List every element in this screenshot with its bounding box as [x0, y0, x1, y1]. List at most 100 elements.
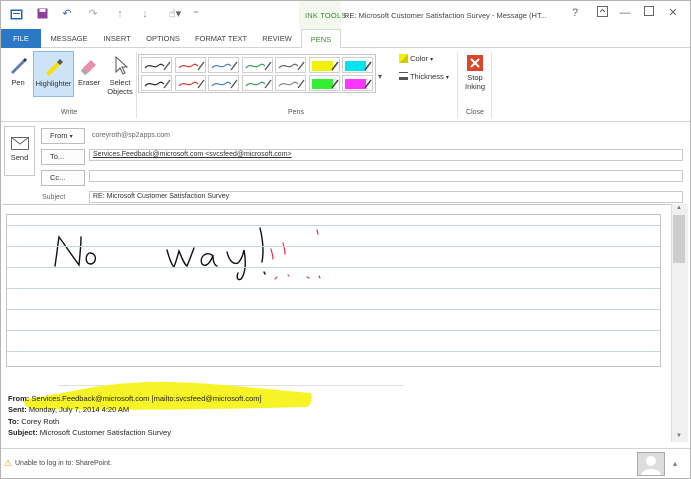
warning-icon: ⚠	[4, 458, 13, 468]
quoted-to-value: Corey Roth	[21, 417, 60, 426]
to-recipient[interactable]: Services.Feedback@microsoft.com <svcsfee…	[93, 151, 292, 158]
maximize-icon[interactable]	[641, 6, 657, 20]
to-button[interactable]: To...	[41, 149, 85, 165]
down-arrow-icon[interactable]: ↓	[138, 8, 152, 20]
gallery-more-icon[interactable]: ▾	[378, 72, 382, 81]
ribbon: Pen Highlighter Eraser Select Objects Wr…	[1, 48, 690, 122]
ink-stroke	[270, 248, 274, 260]
ink-stroke	[282, 242, 286, 255]
select-objects-button[interactable]: Select Objects	[104, 54, 136, 96]
close-button[interactable]: ✕	[665, 6, 681, 20]
pen-swatch[interactable]	[342, 75, 373, 91]
ink-stroke	[200, 253, 218, 267]
restore-ribbon-icon[interactable]	[594, 6, 610, 21]
highlighter-label: Highlighter	[35, 79, 72, 88]
quoted-subject-value: Microsoft Customer Satisfaction Survey	[39, 428, 171, 437]
tab-review[interactable]: REVIEW	[255, 29, 299, 48]
pen-swatch[interactable]	[174, 75, 206, 91]
pen-swatch[interactable]	[342, 57, 373, 73]
pen-swatch[interactable]	[275, 75, 306, 91]
pen-swatch[interactable]	[241, 57, 273, 73]
pen-swatch[interactable]	[275, 57, 306, 73]
customize-toolbar-icon[interactable]: ⁼	[189, 8, 203, 20]
ink-stroke	[226, 249, 246, 281]
tab-message[interactable]: MESSAGE	[47, 29, 91, 48]
pen-swatch[interactable]	[208, 75, 239, 91]
quoted-from-label: From:	[8, 394, 30, 403]
handwritten-ink	[54, 227, 321, 281]
cc-button[interactable]: Cc...	[41, 170, 85, 186]
redo-icon[interactable]: ↷	[86, 8, 100, 20]
ruled-line	[7, 225, 660, 226]
pen-swatch[interactable]	[141, 57, 172, 73]
tab-pens[interactable]: PENS	[301, 29, 341, 49]
touch-mode-icon[interactable]: ☝▾	[164, 8, 186, 20]
collapse-people-pane-icon[interactable]: ▴	[673, 459, 677, 468]
ink-stroke	[263, 271, 266, 275]
stop-inking-label: Stop Inking	[464, 73, 485, 91]
minimize-button[interactable]: —	[617, 6, 633, 20]
eraser-button[interactable]: Eraser	[76, 54, 102, 87]
quoted-to: To: Corey Roth	[8, 417, 59, 427]
status-bar: ⚠ Unable to log in to: SharePoint. ▴	[1, 448, 690, 478]
ink-stroke	[259, 227, 264, 263]
help-button[interactable]: ?	[567, 6, 583, 20]
eraser-label: Eraser	[77, 78, 101, 87]
tab-file[interactable]: FILE	[1, 29, 41, 48]
pen-swatch[interactable]	[174, 57, 206, 73]
ruled-line	[7, 267, 660, 268]
pen-swatch[interactable]	[308, 75, 340, 91]
pens-group-label: Pens	[288, 109, 304, 116]
send-button[interactable]: Send	[4, 126, 35, 176]
pen-icon	[11, 58, 27, 74]
quoted-subject: Subject: Microsoft Customer Satisfaction…	[8, 428, 171, 438]
quoted-sent-label: Sent:	[8, 405, 27, 414]
outlook-logo-icon	[9, 8, 23, 24]
up-arrow-icon[interactable]: ↑	[113, 8, 127, 20]
pen-swatch[interactable]	[208, 57, 239, 73]
eraser-icon	[81, 60, 96, 75]
ribbon-tabs: FILE MESSAGE INSERT OPTIONS FORMAT TEXT …	[1, 29, 690, 49]
pen-swatch[interactable]	[141, 75, 172, 91]
from-button[interactable]: From ▾	[41, 128, 85, 144]
tab-insert[interactable]: INSERT	[97, 29, 137, 48]
tab-options[interactable]: OPTIONS	[141, 29, 185, 48]
ink-stroke	[316, 229, 319, 235]
pen-swatch[interactable]	[308, 57, 340, 73]
undo-icon[interactable]: ↶	[60, 8, 74, 20]
ink-stroke	[274, 274, 321, 280]
pen-swatch[interactable]	[241, 75, 273, 91]
group-separator	[491, 52, 492, 118]
contact-avatar[interactable]	[637, 452, 665, 476]
subject-field[interactable]: RE: Microsoft Customer Satisfaction Surv…	[89, 191, 683, 203]
color-dropdown-icon: ▾	[430, 57, 434, 63]
ruled-line	[7, 309, 660, 310]
pen-button[interactable]: Pen	[5, 54, 31, 87]
save-icon[interactable]	[35, 8, 49, 22]
person-icon	[641, 456, 661, 475]
highlighter-button[interactable]: Highlighter	[33, 51, 74, 97]
color-button[interactable]: Color ▾	[399, 54, 433, 63]
ink-canvas[interactable]	[6, 214, 661, 367]
stop-inking-button[interactable]: Stop Inking	[460, 55, 490, 91]
outlook-message-window: ↶ ↷ ↑ ↓ ☝▾ ⁼ INK TOOLS RE: Microsoft Cus…	[0, 0, 691, 479]
tab-format-text[interactable]: FORMAT TEXT	[191, 29, 251, 48]
window-title: RE: Microsoft Customer Satisfaction Surv…	[344, 11, 547, 20]
thickness-icon	[399, 72, 408, 80]
send-label: Send	[10, 153, 29, 162]
thickness-button[interactable]: Thickness ▾	[399, 72, 449, 81]
pen-label: Pen	[11, 78, 25, 87]
scroll-down-icon[interactable]: ▼	[676, 433, 682, 439]
close-group-label: Close	[466, 109, 484, 116]
cc-field[interactable]	[89, 170, 683, 182]
from-value: coreyroth@sp2apps.com	[92, 132, 170, 139]
status-message: Unable to log in to: SharePoint.	[15, 460, 112, 467]
write-group-label: Write	[60, 109, 78, 116]
scroll-up-icon[interactable]: ▲	[676, 205, 682, 211]
scrollbar-thumb[interactable]	[673, 215, 685, 263]
select-objects-label: Select Objects	[107, 78, 133, 96]
to-field[interactable]: Services.Feedback@microsoft.com <svcsfee…	[89, 149, 683, 161]
ruled-line	[7, 288, 660, 289]
ink-stroke	[166, 247, 195, 269]
highlighter-icon	[45, 59, 63, 76]
